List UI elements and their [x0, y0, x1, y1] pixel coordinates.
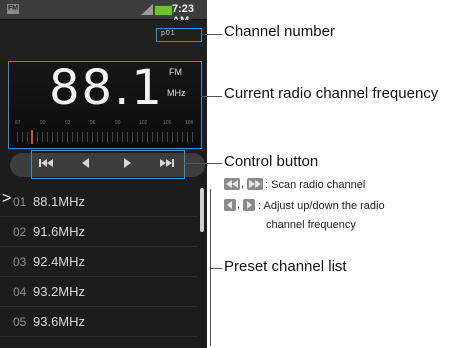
comma-separator: , — [241, 178, 245, 190]
tuning-needle[interactable] — [31, 130, 33, 144]
adjust-description: : Adjust up/down the radio — [258, 200, 385, 212]
preset-number: 01 — [13, 195, 27, 209]
scale-label: 102 — [139, 120, 148, 126]
unit-label: MHz — [167, 88, 186, 98]
preset-frequency: 92.4MHz — [33, 254, 86, 269]
scale-label: 96 — [90, 120, 96, 126]
rewind-icon — [224, 178, 240, 190]
adjust-description-cont: channel frequency — [266, 219, 356, 231]
preset-list-leader — [210, 268, 222, 269]
preset-number: 02 — [13, 225, 27, 239]
scale-label: 99 — [115, 120, 121, 126]
channel-number: p01 — [161, 30, 176, 37]
scan-description: : Scan radio channel — [265, 179, 366, 191]
band-label: FM — [169, 67, 182, 77]
preset-row[interactable]: 02 91.6MHz — [0, 217, 197, 247]
scale-label: 108 — [185, 120, 194, 126]
phone-screen: FM 7:23 AM p01 88.1 FM MHz 87 90 93 96 9… — [0, 0, 207, 348]
scale-label: 105 — [163, 120, 172, 126]
preset-row[interactable]: 05 93.6MHz — [0, 307, 197, 337]
scale-labels: 87 90 93 96 99 102 105 108 — [13, 120, 195, 128]
scale-label: 90 — [40, 120, 46, 126]
channel-number-highlight: p01 — [156, 28, 202, 42]
scale-ticks — [17, 132, 193, 142]
preset-row[interactable]: 03 92.4MHz — [0, 247, 197, 277]
scale-label: 87 — [15, 120, 21, 126]
frequency-display: 88.1 FM MHz 87 90 93 96 99 102 105 108 — [8, 60, 202, 149]
channel-number-leader — [201, 34, 222, 35]
battery-icon — [154, 5, 173, 16]
next-icon — [243, 199, 255, 211]
callout-preset-list: Preset channel list — [224, 258, 347, 275]
preset-number: 04 — [13, 285, 27, 299]
next-icon[interactable] — [120, 156, 134, 170]
fast-forward-icon — [247, 178, 263, 190]
preset-number: 03 — [13, 255, 27, 269]
scale-label: 93 — [65, 120, 71, 126]
preset-frequency: 91.6MHz — [33, 224, 86, 239]
status-bar: FM 7:23 AM — [0, 0, 207, 27]
frequency-leader — [201, 96, 222, 97]
selected-arrow-icon: > — [2, 190, 12, 207]
preset-row[interactable]: 04 93.2MHz — [0, 277, 197, 307]
frequency-value: 88.1 — [49, 60, 164, 116]
fm-icon: FM — [7, 4, 19, 14]
preset-scrollbar[interactable] — [200, 188, 204, 232]
preset-frequency: 88.1MHz — [33, 194, 86, 209]
callout-channel-number: Channel number — [224, 23, 335, 40]
preset-frequency: 93.6MHz — [33, 314, 86, 329]
callout-current-frequency: Current radio channel frequency — [224, 85, 439, 102]
frequency-scale[interactable]: 87 90 93 96 99 102 105 108 — [13, 120, 195, 144]
preset-number: 05 — [13, 315, 27, 329]
control-buttons — [31, 150, 185, 179]
previous-icon — [224, 199, 236, 211]
signal-icon — [141, 4, 153, 15]
rewind-icon[interactable] — [39, 156, 53, 170]
fast-forward-icon[interactable] — [160, 156, 174, 170]
callout-control-button: Control button — [224, 153, 319, 170]
comma-separator: , — [237, 199, 241, 211]
previous-icon[interactable] — [79, 156, 93, 170]
control-leader — [184, 163, 222, 164]
preset-row[interactable]: > 01 88.1MHz — [0, 187, 197, 217]
preset-frequency: 93.2MHz — [33, 284, 86, 299]
